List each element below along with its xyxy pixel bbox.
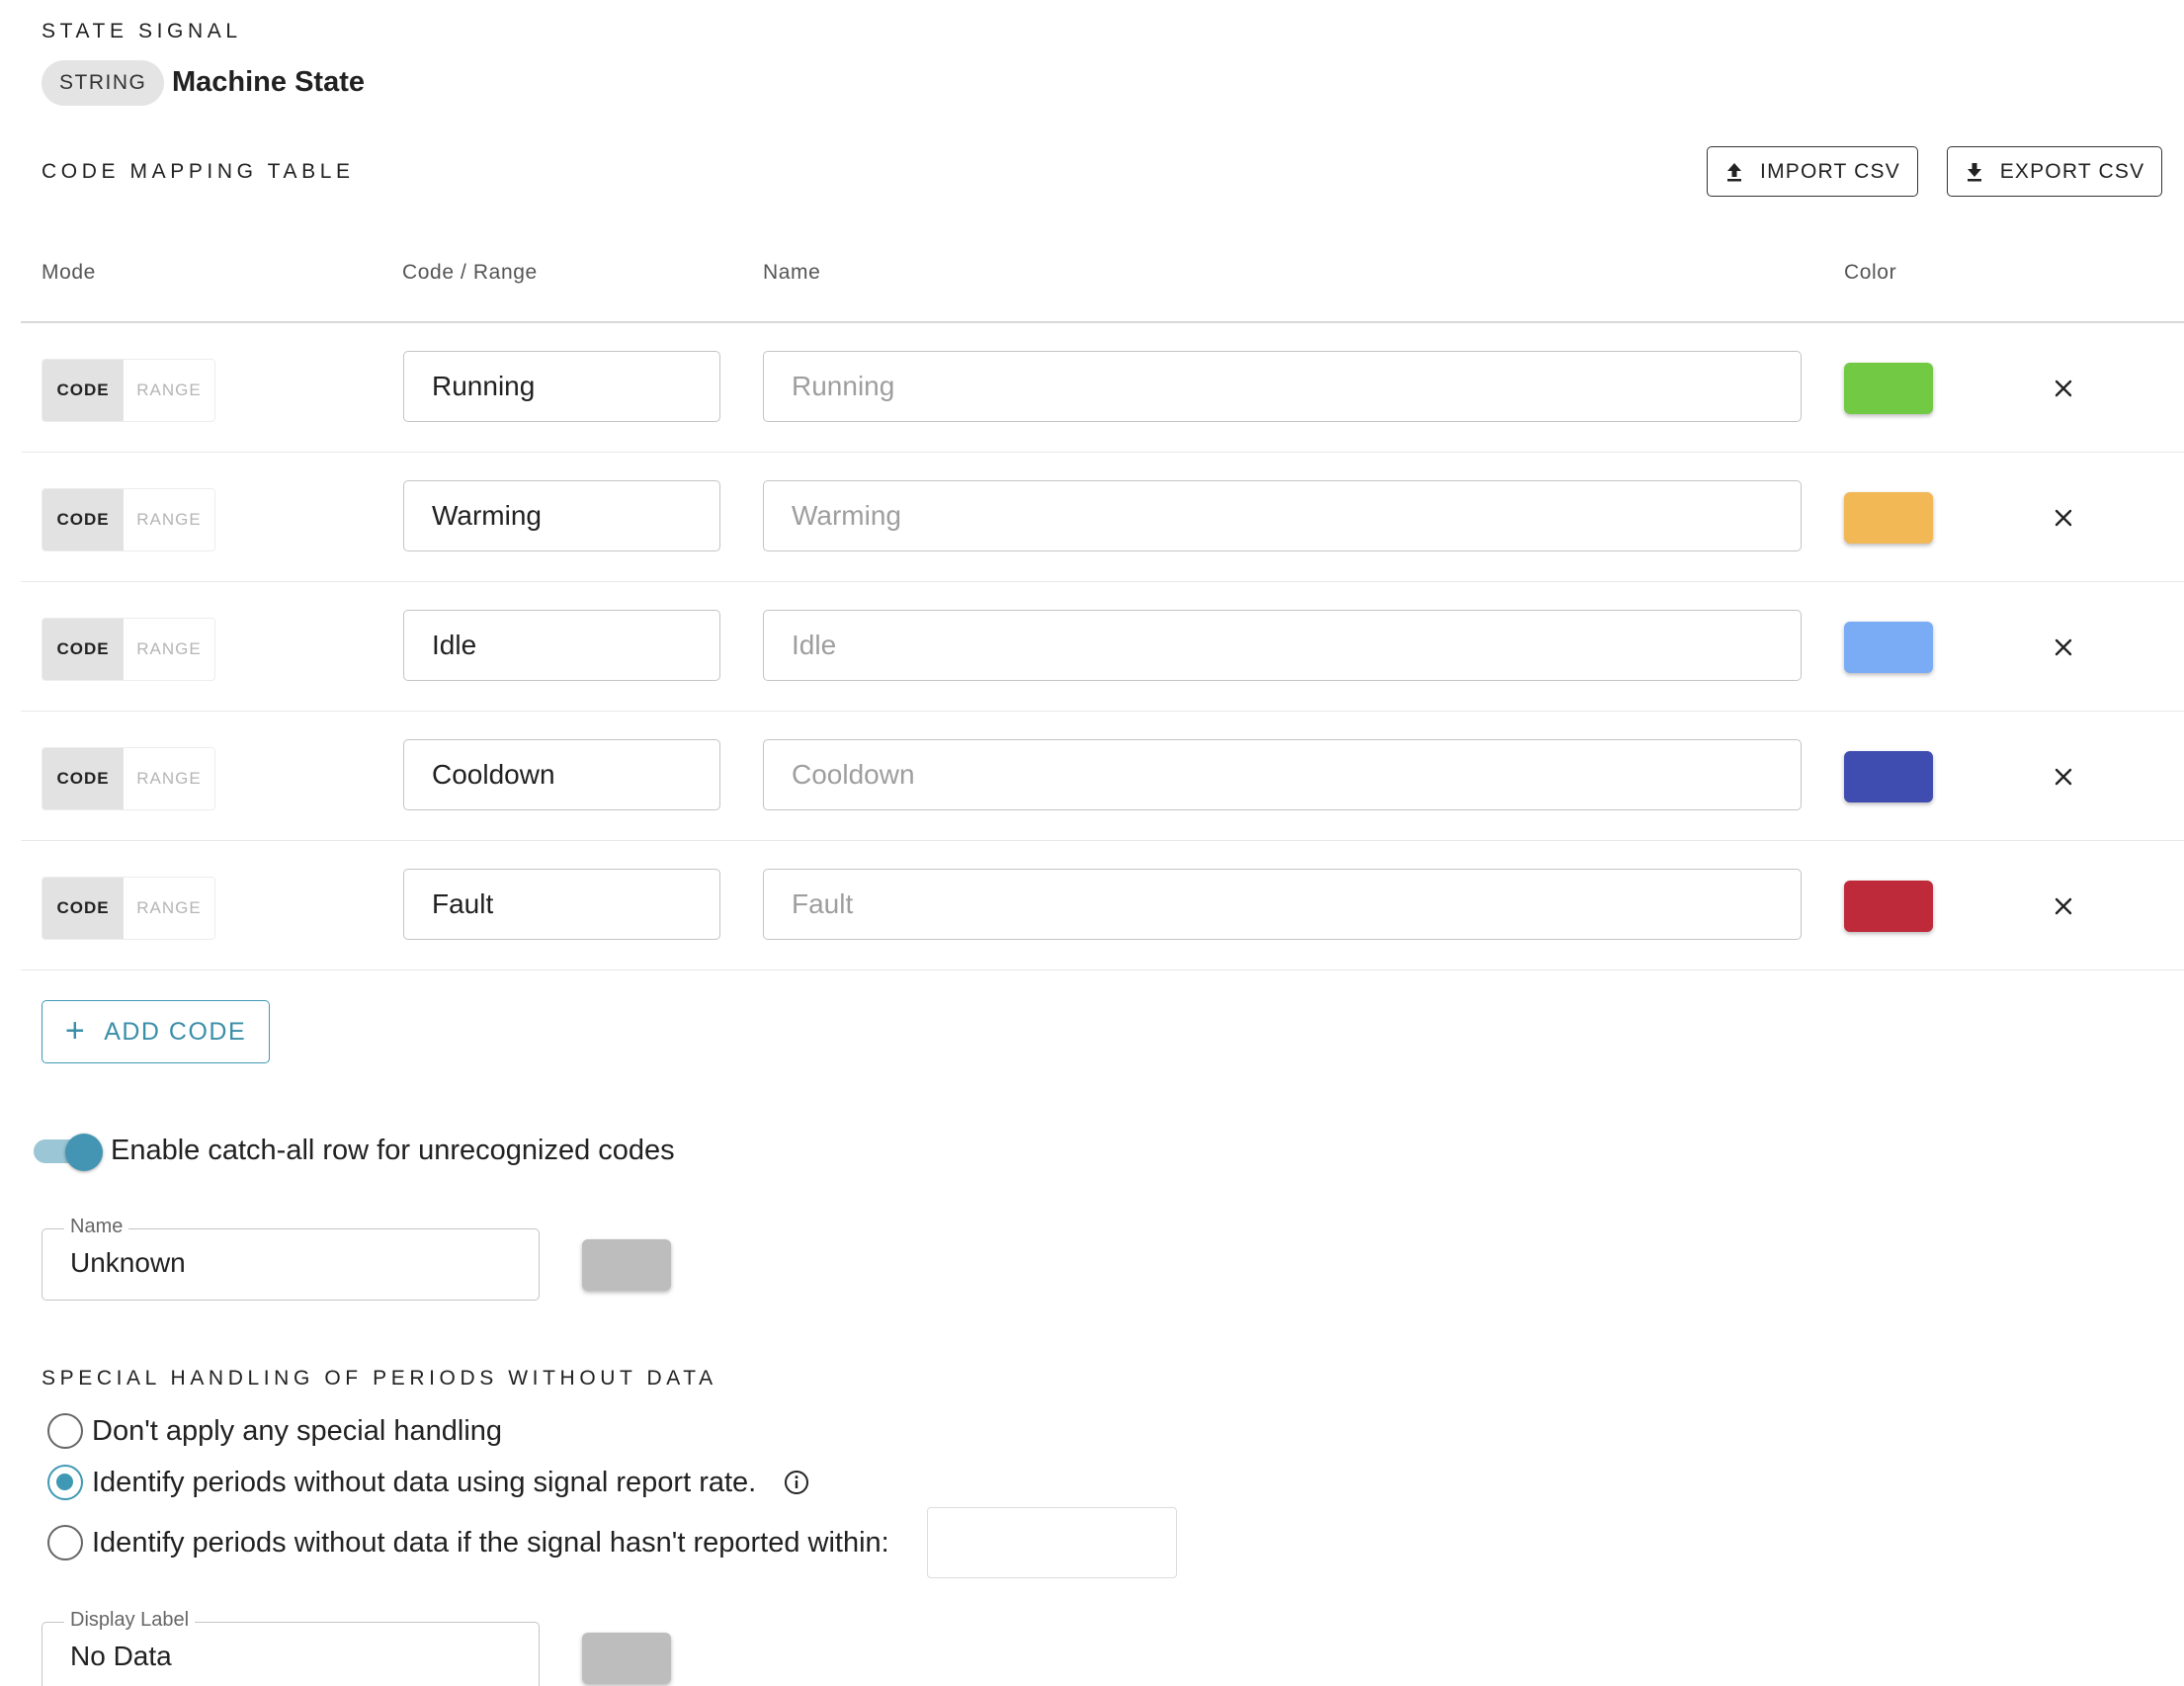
display-label-field[interactable]: Display Label No Data [42, 1609, 540, 1686]
column-header-name: Name [763, 261, 821, 284]
radio-report-rate[interactable] [47, 1465, 83, 1500]
mode-code-option[interactable]: CODE [42, 489, 124, 550]
code-input[interactable]: Idle [403, 610, 720, 681]
catch-all-name-legend: Name [64, 1216, 129, 1238]
mode-toggle: CODE RANGE [42, 747, 215, 810]
catch-all-switch[interactable] [34, 1134, 105, 1171]
add-code-label: ADD CODE [104, 1017, 247, 1046]
export-csv-label: EXPORT CSV [1999, 159, 2145, 183]
close-icon [2055, 897, 2072, 915]
export-csv-button[interactable]: EXPORT CSV [1947, 146, 2162, 197]
close-icon [2055, 768, 2072, 786]
state-signal-title: STATE SIGNAL [42, 20, 242, 42]
mode-toggle: CODE RANGE [42, 359, 215, 422]
import-csv-button[interactable]: IMPORT CSV [1707, 146, 1918, 197]
radio-reported-within[interactable] [47, 1525, 83, 1560]
name-input[interactable]: Fault [763, 869, 1802, 940]
name-input[interactable]: Cooldown [763, 739, 1802, 810]
column-header-code: Code / Range [402, 261, 538, 284]
catch-all-name-field[interactable]: Name Unknown [42, 1216, 540, 1301]
remove-row-button[interactable] [2048, 502, 2079, 534]
switch-thumb [65, 1134, 103, 1171]
close-icon [2055, 379, 2072, 397]
plus-icon: + [64, 1011, 87, 1050]
mode-range-option[interactable]: RANGE [124, 748, 214, 809]
add-code-button[interactable]: + ADD CODE [42, 1000, 270, 1063]
code-input[interactable]: Warming [403, 480, 720, 551]
radio-no-special-handling[interactable] [47, 1413, 83, 1449]
table-row: CODE RANGE Fault Fault [21, 841, 2184, 970]
color-swatch[interactable] [1844, 751, 1933, 802]
mode-range-option[interactable]: RANGE [124, 619, 214, 680]
mode-code-option[interactable]: CODE [42, 748, 124, 809]
name-input[interactable]: Running [763, 351, 1802, 422]
no-data-color-swatch[interactable] [582, 1633, 671, 1684]
reported-within-input[interactable] [927, 1507, 1177, 1578]
remove-row-button[interactable] [2048, 373, 2079, 404]
table-row: CODE RANGE Warming Warming [21, 453, 2184, 582]
column-header-mode: Mode [42, 261, 96, 284]
info-icon[interactable] [784, 1470, 809, 1495]
no-data-title: SPECIAL HANDLING OF PERIODS WITHOUT DATA [42, 1367, 717, 1390]
radio-label-no-special-handling: Don't apply any special handling [92, 1415, 503, 1447]
code-input[interactable]: Running [403, 351, 720, 422]
upload-icon [1727, 162, 1742, 181]
code-input[interactable]: Fault [403, 869, 720, 940]
column-header-color: Color [1844, 261, 1897, 284]
mode-code-option[interactable]: CODE [42, 360, 124, 421]
remove-row-button[interactable] [2048, 761, 2079, 793]
radio-label-reported-within: Identify periods without data if the sig… [92, 1527, 889, 1559]
mode-toggle: CODE RANGE [42, 877, 215, 940]
table-row: CODE RANGE Cooldown Cooldown [21, 712, 2184, 841]
display-label-value: No Data [70, 1641, 172, 1671]
close-icon [2055, 638, 2072, 656]
signal-name: Machine State [172, 66, 365, 98]
remove-row-button[interactable] [2048, 632, 2079, 663]
close-icon [2055, 509, 2072, 527]
radio-label-report-rate: Identify periods without data using sign… [92, 1467, 757, 1498]
table-row: CODE RANGE Running Running [21, 323, 2184, 453]
mode-toggle: CODE RANGE [42, 488, 215, 551]
name-input[interactable]: Idle [763, 610, 1802, 681]
display-label-legend: Display Label [64, 1609, 196, 1632]
name-input[interactable]: Warming [763, 480, 1802, 551]
mode-range-option[interactable]: RANGE [124, 878, 214, 939]
signal-type-chip: STRING [42, 60, 165, 106]
color-swatch[interactable] [1844, 881, 1933, 932]
remove-row-button[interactable] [2048, 890, 2079, 922]
catch-all-label: Enable catch-all row for unrecognized co… [111, 1135, 675, 1166]
mode-range-option[interactable]: RANGE [124, 489, 214, 550]
catch-all-color-swatch[interactable] [582, 1239, 671, 1291]
color-swatch[interactable] [1844, 363, 1933, 414]
code-input[interactable]: Cooldown [403, 739, 720, 810]
color-swatch[interactable] [1844, 492, 1933, 544]
code-mapping-title: CODE MAPPING TABLE [42, 160, 355, 183]
download-icon [1967, 162, 1981, 181]
mode-code-option[interactable]: CODE [42, 878, 124, 939]
mode-code-option[interactable]: CODE [42, 619, 124, 680]
table-row: CODE RANGE Idle Idle [21, 582, 2184, 712]
mode-range-option[interactable]: RANGE [124, 360, 214, 421]
color-swatch[interactable] [1844, 622, 1933, 673]
import-csv-label: IMPORT CSV [1760, 159, 1900, 183]
catch-all-name-value: Unknown [70, 1247, 186, 1278]
mode-toggle: CODE RANGE [42, 618, 215, 681]
